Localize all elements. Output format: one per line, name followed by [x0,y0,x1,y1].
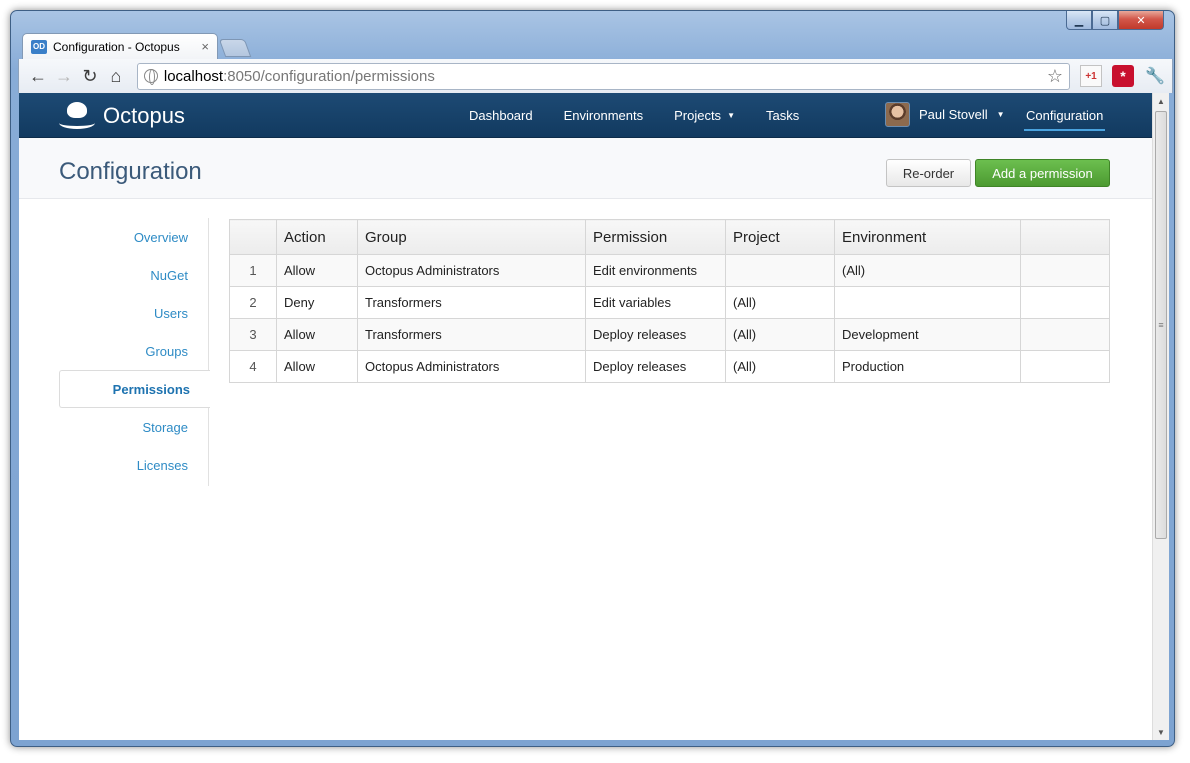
column-header-action: Action [276,219,358,255]
permissions-table: Action Group Permission Project Environm… [229,219,1110,383]
cell-index: 4 [229,350,277,383]
google-plus-one-icon[interactable]: +1 [1080,65,1103,87]
new-tab-button[interactable] [218,39,252,57]
cell-environment: (All) [834,254,1021,287]
caret-down-icon: ▼ [996,110,1005,119]
table-header-row: Action Group Permission Project Environm… [229,219,1110,255]
scroll-up-icon[interactable]: ▲ [1153,93,1169,109]
cell-environment: Development [834,318,1021,351]
url-path: :8050/configuration/permissions [223,67,435,85]
table-row[interactable]: 1 Allow Octopus Administrators Edit envi… [229,254,1110,287]
reorder-button[interactable]: Re-order [886,159,971,187]
wrench-menu-icon[interactable]: 🔧 [1144,65,1166,87]
cell-group: Transformers [357,318,586,351]
cell-permission: Edit environments [585,254,726,287]
globe-icon [143,69,158,85]
page-title: Configuration [59,158,202,185]
cell-row-actions [1020,254,1110,287]
sidemenu-nuget[interactable]: NuGet [59,256,208,294]
sidemenu-overview[interactable]: Overview [59,218,208,256]
column-header-group: Group [357,219,586,255]
cell-project: (All) [725,286,835,319]
add-permission-button[interactable]: Add a permission [975,159,1110,187]
nav-environments[interactable]: Environments [564,108,643,123]
cell-row-actions [1020,286,1110,319]
favicon-icon: OD [31,39,47,54]
avatar [885,102,910,127]
close-window-icon[interactable]: ✕ [1118,11,1164,30]
cell-environment [834,286,1021,319]
cell-index: 1 [229,254,277,287]
nav-tasks[interactable]: Tasks [766,108,799,123]
user-name: Paul Stovell [919,107,988,122]
config-sidemenu: Overview NuGet Users Groups Permissions … [59,218,210,486]
column-header-index [229,219,277,255]
brand-logo[interactable]: Octopus [57,101,185,131]
sidemenu-licenses[interactable]: Licenses [59,446,208,484]
page-viewport: Octopus Dashboard Environments Projects ▼… [19,93,1152,740]
forward-icon[interactable]: → [51,63,77,89]
octopus-logo-icon [57,101,97,131]
url-host: localhost [163,67,224,85]
bookmark-star-icon[interactable]: ☆ [1047,66,1063,87]
tab-strip: OD Configuration - Octopus × [22,33,252,59]
cell-project: (All) [725,318,835,351]
caret-down-icon: ▼ [727,111,735,120]
cell-group: Transformers [357,286,586,319]
cell-permission: Deploy releases [585,350,726,383]
cell-row-actions [1020,350,1110,383]
column-header-project: Project [725,219,835,255]
reload-icon[interactable]: ↻ [77,63,103,89]
tab-title: Configuration - Octopus [53,39,180,54]
extension-icon[interactable]: * [1112,65,1134,87]
cell-group: Octopus Administrators [357,254,586,287]
page-header: Configuration Re-order Add a permission [19,138,1152,199]
column-header-permission: Permission [585,219,726,255]
cell-permission: Deploy releases [585,318,726,351]
cell-environment: Production [834,350,1021,383]
table-row[interactable]: 3 Allow Transformers Deploy releases (Al… [229,318,1110,351]
sidemenu-groups[interactable]: Groups [59,332,208,370]
brand-name: Octopus [103,103,185,128]
sidemenu-storage[interactable]: Storage [59,408,208,446]
nav-projects[interactable]: Projects ▼ [674,108,735,123]
nav-configuration[interactable]: Configuration [1023,93,1106,138]
cell-action: Allow [276,350,358,383]
column-header-actions [1020,219,1110,255]
maximize-icon[interactable]: ▢ [1092,11,1118,30]
home-icon[interactable]: ⌂ [103,63,129,89]
user-menu[interactable]: Paul Stovell ▼ [885,102,1005,127]
cell-group: Octopus Administrators [357,350,586,383]
sidemenu-users[interactable]: Users [59,294,208,332]
nav-projects-label: Projects [674,108,722,123]
cell-index: 3 [229,318,277,351]
window-controls: ▁ ▢ ✕ [1066,11,1164,30]
cell-action: Deny [276,286,358,319]
cell-project: (All) [725,350,835,383]
tab-close-icon[interactable]: × [201,39,209,54]
minimize-icon[interactable]: ▁ [1066,11,1092,30]
vertical-scrollbar[interactable]: ▲ ≡ ▼ [1152,93,1169,740]
column-header-environment: Environment [834,219,1021,255]
cell-permission: Edit variables [585,286,726,319]
app-navbar: Octopus Dashboard Environments Projects ▼… [19,93,1152,138]
browser-tab[interactable]: OD Configuration - Octopus × [22,33,218,59]
cell-action: Allow [276,254,358,287]
table-row[interactable]: 2 Deny Transformers Edit variables (All) [229,286,1110,319]
address-bar[interactable]: localhost:8050/configuration/permissions… [136,62,1071,90]
cell-row-actions [1020,318,1110,351]
cell-action: Allow [276,318,358,351]
scroll-down-icon[interactable]: ▼ [1153,724,1169,740]
table-row[interactable]: 4 Allow Octopus Administrators Deploy re… [229,350,1110,383]
main-nav: Dashboard Environments Projects ▼ Tasks [469,93,830,138]
scroll-thumb[interactable]: ≡ [1155,111,1167,539]
cell-project [725,254,835,287]
back-icon[interactable]: ← [25,63,51,89]
cell-index: 2 [229,286,277,319]
nav-dashboard[interactable]: Dashboard [469,108,533,123]
sidemenu-permissions[interactable]: Permissions [59,370,210,408]
browser-toolbar: ← → ↻ ⌂ localhost:8050/configuration/per… [18,59,1173,93]
